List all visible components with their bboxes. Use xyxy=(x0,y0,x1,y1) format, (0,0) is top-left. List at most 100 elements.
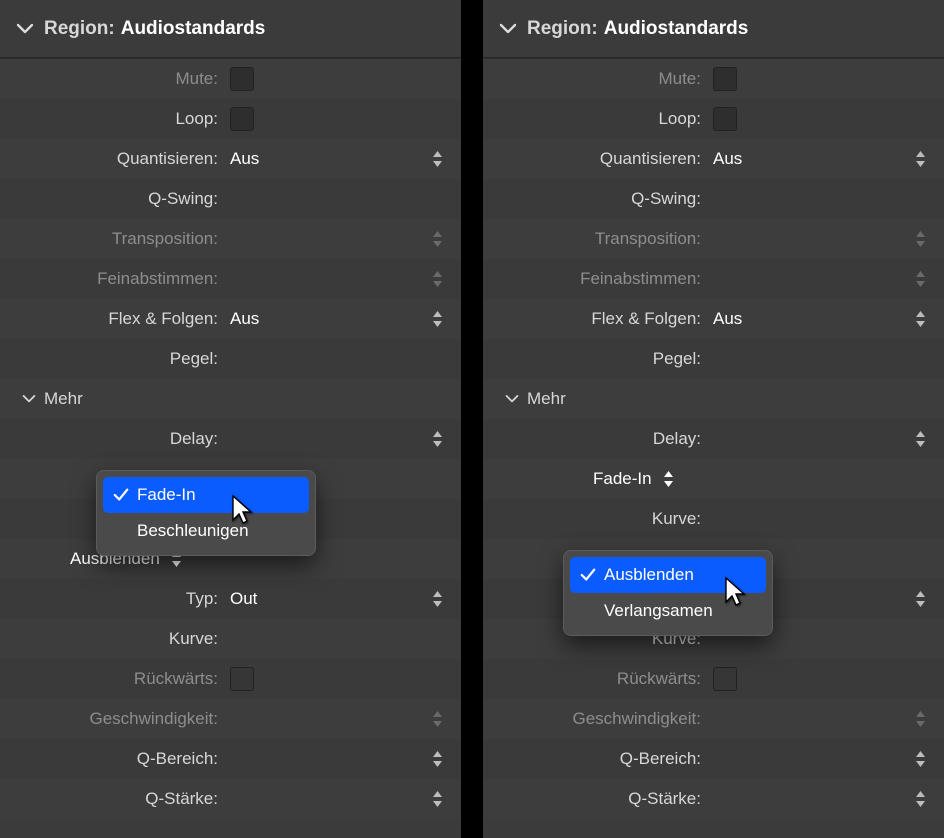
stepper-icon[interactable] xyxy=(432,790,443,808)
label-type: Typ: xyxy=(0,589,224,609)
row-loop: Loop: xyxy=(483,99,944,139)
label-fadein: Fade-In xyxy=(483,468,684,490)
chevron-down-icon xyxy=(20,390,38,408)
label-more: Mehr xyxy=(44,389,83,409)
stepper-icon[interactable] xyxy=(432,150,443,168)
stepper-icon xyxy=(432,230,443,248)
label-detune: Feinabstimmen: xyxy=(483,269,707,289)
row-type[interactable]: Typ: Out xyxy=(0,579,461,619)
row-fadein[interactable]: Fade-In xyxy=(483,459,944,499)
row-quantize[interactable]: Quantisieren: Aus xyxy=(483,139,944,179)
stepper-icon xyxy=(432,270,443,288)
stepper-icon xyxy=(915,270,926,288)
stepper-icon[interactable] xyxy=(915,750,926,768)
label-loop: Loop: xyxy=(0,109,224,129)
inspector-panel-right: Region: Audiostandards Mute: Loop: Quant… xyxy=(483,0,944,838)
checkbox-loop[interactable] xyxy=(230,107,254,131)
row-delay[interactable]: Delay: xyxy=(0,419,461,459)
row-flex[interactable]: Flex & Folgen: Aus xyxy=(0,299,461,339)
header-value: Audiostandards xyxy=(121,18,266,40)
row-speed: Geschwindigkeit: xyxy=(483,699,944,739)
region-header[interactable]: Region: Audiostandards xyxy=(483,0,944,58)
row-loop: Loop: xyxy=(0,99,461,139)
checkbox-reverse xyxy=(713,667,737,691)
label-delay: Delay: xyxy=(0,429,224,449)
header-label: Region: xyxy=(44,18,115,40)
checkbox-mute[interactable] xyxy=(230,67,254,91)
row-delay[interactable]: Delay: xyxy=(483,419,944,459)
label-qrange: Q-Bereich: xyxy=(483,749,707,769)
label-level: Pegel: xyxy=(483,349,707,369)
stepper-icon[interactable] xyxy=(432,590,443,608)
menu-item-fadein[interactable]: Fade-In xyxy=(103,477,309,513)
row-qrange[interactable]: Q-Bereich: xyxy=(0,739,461,779)
label-reverse: Rückwärts: xyxy=(483,669,707,689)
row-qstrength[interactable]: Q-Stärke: xyxy=(483,779,944,819)
stepper-icon[interactable] xyxy=(915,790,926,808)
region-header[interactable]: Region: Audiostandards xyxy=(0,0,461,58)
label-reverse: Rückwärts: xyxy=(0,669,224,689)
stepper-icon[interactable] xyxy=(432,750,443,768)
label-curve1: Kurve: xyxy=(483,509,707,529)
checkmark-icon xyxy=(580,567,600,583)
fadein-dropdown-menu[interactable]: Fade-In Beschleunigen xyxy=(96,470,316,556)
row-qstrength[interactable]: Q-Stärke: xyxy=(0,779,461,819)
row-flex[interactable]: Flex & Folgen: Aus xyxy=(483,299,944,339)
row-mute: Mute: xyxy=(483,59,944,99)
checkbox-mute[interactable] xyxy=(713,67,737,91)
subheader-more[interactable]: Mehr xyxy=(0,379,461,419)
label-detune: Feinabstimmen: xyxy=(0,269,224,289)
row-quantize[interactable]: Quantisieren: Aus xyxy=(0,139,461,179)
stepper-icon[interactable] xyxy=(432,310,443,328)
menu-item-beschleunigen[interactable]: Beschleunigen xyxy=(103,513,309,549)
ausblenden-dropdown-menu[interactable]: Ausblenden Verlangsamen xyxy=(563,550,773,636)
label-more: Mehr xyxy=(527,389,566,409)
label-delay: Delay: xyxy=(483,429,707,449)
menu-item-verlangsamen[interactable]: Verlangsamen xyxy=(570,593,766,629)
label-speed: Geschwindigkeit: xyxy=(483,709,707,729)
checkbox-reverse xyxy=(230,667,254,691)
stepper-icon[interactable] xyxy=(915,590,926,608)
stepper-icon[interactable] xyxy=(432,430,443,448)
label-qstrength: Q-Stärke: xyxy=(483,789,707,809)
label-qswing: Q-Swing: xyxy=(0,189,224,209)
row-curve1[interactable]: Kurve: xyxy=(483,499,944,539)
row-speed: Geschwindigkeit: xyxy=(0,699,461,739)
row-detune: Feinabstimmen: xyxy=(0,259,461,299)
checkbox-loop[interactable] xyxy=(713,107,737,131)
label-loop: Loop: xyxy=(483,109,707,129)
label-qswing: Q-Swing: xyxy=(483,189,707,209)
row-mute: Mute: xyxy=(0,59,461,99)
stepper-icon[interactable] xyxy=(915,150,926,168)
header-value: Audiostandards xyxy=(604,18,749,40)
row-transposition: Transposition: xyxy=(0,219,461,259)
row-qswing: Q-Swing: xyxy=(483,179,944,219)
checkmark-icon xyxy=(113,487,133,503)
stepper-icon[interactable] xyxy=(660,468,678,490)
row-reverse: Rückwärts: xyxy=(483,659,944,699)
value-quantize: Aus xyxy=(707,149,742,169)
stepper-icon[interactable] xyxy=(915,430,926,448)
row-reverse: Rückwärts: xyxy=(0,659,461,699)
row-level: Pegel: xyxy=(483,339,944,379)
row-qrange[interactable]: Q-Bereich: xyxy=(483,739,944,779)
row-level: Pegel: xyxy=(0,339,461,379)
label-flex: Flex & Folgen: xyxy=(483,309,707,329)
label-level: Pegel: xyxy=(0,349,224,369)
label-curve: Kurve: xyxy=(0,629,224,649)
row-qswing: Q-Swing: xyxy=(0,179,461,219)
label-mute: Mute: xyxy=(0,69,224,89)
value-type: Out xyxy=(224,589,257,609)
row-curve[interactable]: Kurve: xyxy=(0,619,461,659)
menu-item-ausblenden[interactable]: Ausblenden xyxy=(570,557,766,593)
row-transposition: Transposition: xyxy=(483,219,944,259)
chevron-down-icon xyxy=(503,390,521,408)
subheader-more[interactable]: Mehr xyxy=(483,379,944,419)
stepper-icon[interactable] xyxy=(915,310,926,328)
stepper-icon xyxy=(432,710,443,728)
label-speed: Geschwindigkeit: xyxy=(0,709,224,729)
label-transposition: Transposition: xyxy=(483,229,707,249)
stepper-icon xyxy=(915,230,926,248)
value-quantize: Aus xyxy=(224,149,259,169)
label-quantize: Quantisieren: xyxy=(0,149,224,169)
